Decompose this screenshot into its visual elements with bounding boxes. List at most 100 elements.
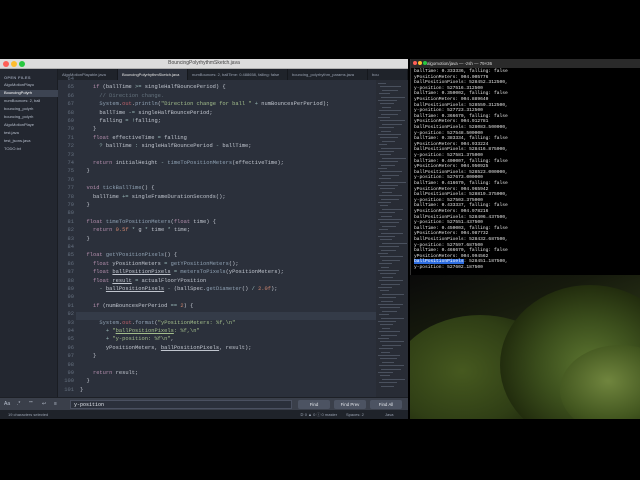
minimap-line	[378, 321, 396, 322]
regex-toggle[interactable]: .*	[17, 401, 20, 407]
tab-bar: AlgoMotionPlayable.java BouncingPolyrhyt…	[58, 69, 408, 80]
code-line: System.out.format("yPositionMeters: %f,\…	[99, 319, 236, 326]
terminal-line: y-position: 527602.187500	[414, 265, 483, 270]
minimap-line	[378, 304, 403, 305]
line-number: 96	[67, 344, 74, 351]
minimap-line	[379, 314, 389, 316]
minimap-line	[380, 188, 395, 190]
line-number: 74	[67, 160, 74, 166]
code-line: ? ballTime : singleHalfBouncePeriod - ba…	[99, 143, 252, 150]
minimap-line	[382, 140, 395, 142]
indentation-status[interactable]: Spaces: 2	[346, 412, 364, 417]
code-line: }	[80, 353, 97, 360]
line-number: 90	[67, 294, 74, 301]
desktop-wallpaper	[410, 275, 640, 419]
line-number: 66	[67, 92, 74, 99]
line-number: 97	[67, 353, 74, 360]
line-number: 70	[67, 126, 74, 133]
editor-title: BouncingPolyrhythmSketch.java	[168, 60, 240, 66]
code-line: float result = actualFloorYPosition	[92, 277, 207, 284]
line-number: 100	[64, 378, 74, 385]
line-number: 84	[67, 244, 74, 250]
terminal-close-button[interactable]	[413, 61, 417, 65]
wrap-icon[interactable]: ↩	[42, 401, 46, 407]
minimap-line	[380, 290, 389, 292]
minimap-line	[380, 205, 388, 207]
minimap-line	[381, 368, 401, 370]
code-line: return 0.5f * g * time * time;	[92, 227, 191, 234]
git-status[interactable]: ② 0 ▲ 0 ⓘ 0 master	[300, 412, 337, 418]
minimap-line	[381, 317, 404, 319]
minimap-line	[379, 195, 402, 197]
sidebar-file-item[interactable]: numBounces: 2, ball	[4, 98, 56, 105]
tab-log-output[interactable]: numBounces: 2, ballTime: 0.488658, falli…	[188, 69, 288, 80]
minimap-line	[381, 96, 405, 98]
minimap-line	[378, 270, 399, 271]
sidebar-file-item[interactable]: bouncing_polyrh	[4, 114, 56, 121]
line-number: 98	[67, 361, 74, 368]
sidebar-file-item[interactable]: AlgoMotionPlaye	[4, 122, 56, 129]
tab-more[interactable]: bou	[368, 69, 408, 80]
sidebar-header: OPEN FILES	[4, 75, 31, 80]
sidebar-file-item[interactable]: test_jsons.java	[4, 138, 56, 145]
sidebar-file-item[interactable]: test.java	[4, 130, 56, 137]
tab-bouncing-sketch[interactable]: BouncingPolyrhythmSketch.java	[118, 69, 188, 80]
minimap-line	[380, 307, 400, 309]
sidebar-file-item-active[interactable]: BouncingPolyrh	[0, 90, 58, 97]
minimap-line	[379, 127, 394, 129]
minimap-line	[378, 219, 402, 220]
whole-word-toggle[interactable]: ""	[29, 401, 33, 407]
minimap-line	[379, 229, 388, 231]
terminal-selection: ballPositionPixels	[414, 259, 464, 265]
minimap-line	[378, 151, 394, 152]
line-number: 93	[67, 319, 74, 326]
minimap-line	[381, 198, 399, 200]
line-number: 85	[67, 252, 74, 259]
sidebar-file-item[interactable]: TODO.txt	[4, 146, 56, 153]
tab-params[interactable]: bouncing_polyrhythm_params.java	[288, 69, 368, 80]
code-line: }	[80, 168, 90, 175]
minimap-line	[381, 266, 389, 268]
minimap-line	[382, 225, 396, 227]
minimap-line	[381, 232, 403, 234]
minimap-line	[380, 375, 390, 377]
line-number: 89	[67, 286, 74, 292]
line-number: 68	[67, 109, 74, 116]
code-line: float effectiveTime = falling	[92, 134, 187, 141]
in-selection-icon[interactable]: ≡	[54, 401, 57, 407]
minimap-line	[379, 331, 400, 333]
code-line: falling = !falling;	[80, 118, 161, 124]
case-sensitive-toggle[interactable]: Aa	[4, 401, 10, 407]
minimap-line	[378, 338, 389, 339]
code-editor-window[interactable]: BouncingPolyrhythmSketch.java OPEN FILES…	[0, 59, 408, 419]
minimap-line	[380, 137, 398, 139]
line-number: 78	[67, 193, 74, 200]
minimap-line	[380, 86, 401, 88]
minimap-line	[379, 144, 387, 146]
minimap-line	[380, 358, 397, 360]
sidebar-file-item[interactable]: AlgoMotionPlayo	[4, 82, 56, 89]
find-button[interactable]: Find	[298, 400, 330, 409]
find-all-button[interactable]: Find All	[370, 400, 402, 409]
sidebar-file-item[interactable]: bouncing_polyrh	[4, 106, 56, 113]
minimap-line	[382, 157, 406, 159]
minimap-line	[380, 171, 402, 173]
syntax-status[interactable]: Java	[385, 412, 393, 417]
minimap[interactable]	[376, 80, 408, 397]
code-line: ballTime -= singleHalfBouncePeriod;	[80, 109, 213, 116]
minimap-line	[380, 324, 393, 326]
terminal-minimize-button[interactable]	[418, 61, 422, 65]
minimap-line	[382, 208, 403, 210]
find-prev-button[interactable]: Find Prev	[334, 400, 366, 409]
terminal-window[interactable]: algomotion/java — -zsh — 79×36 ballTime:…	[410, 59, 640, 275]
minimap-line	[379, 161, 398, 163]
minimap-line	[382, 276, 393, 278]
find-input[interactable]: y-position	[70, 400, 292, 409]
minimap-line	[379, 297, 396, 299]
editor-titlebar: BouncingPolyrhythmSketch.java	[0, 59, 408, 69]
code-area[interactable]: if (ballTime >= singleHalfBouncePeriod) …	[80, 80, 372, 418]
line-number-gutter: 64 65 66 67 68 69 70 71 72 73 74 75 76 7…	[58, 76, 76, 397]
line-number: 92	[67, 311, 74, 318]
minimap-line	[382, 174, 399, 176]
line-number: 83	[67, 235, 74, 242]
